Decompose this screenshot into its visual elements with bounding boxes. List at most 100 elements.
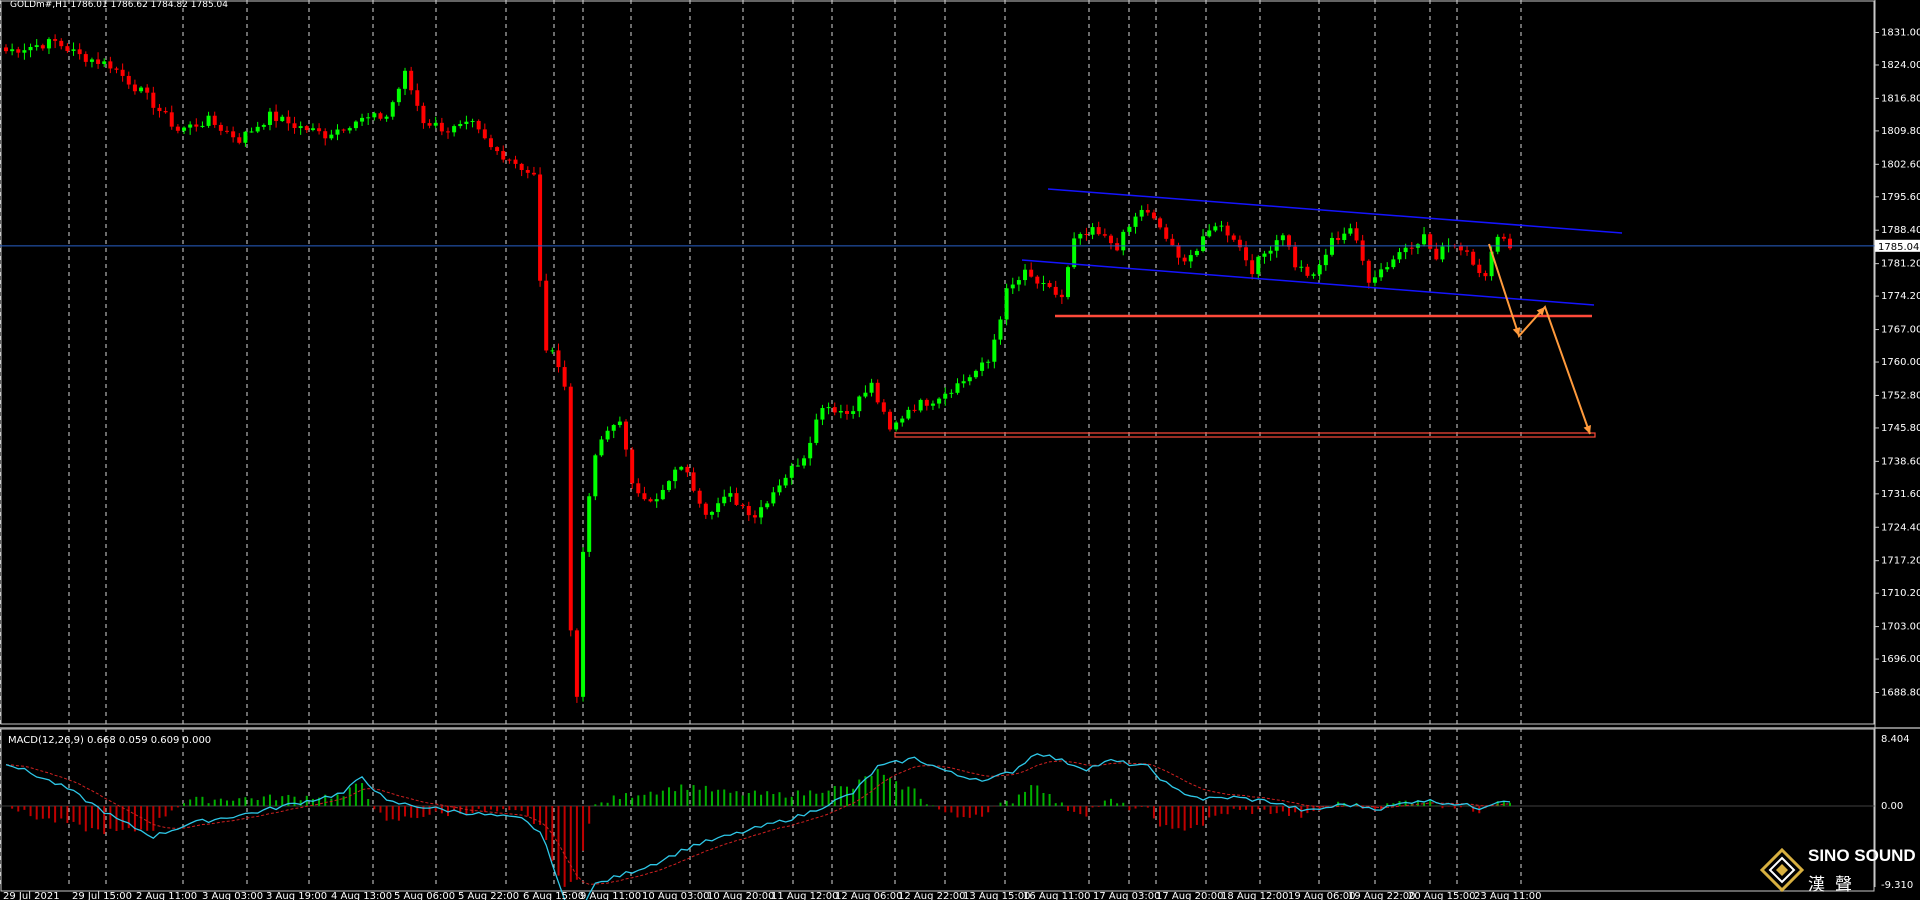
candle-body[interactable]: [881, 402, 886, 412]
candle-body[interactable]: [624, 421, 629, 450]
candle-body[interactable]: [1323, 254, 1328, 266]
candle-body[interactable]: [986, 361, 991, 363]
candle-body[interactable]: [1483, 273, 1488, 277]
candle-body[interactable]: [1495, 236, 1500, 252]
candle-body[interactable]: [1434, 248, 1439, 260]
candle-body[interactable]: [409, 70, 414, 91]
candle-body[interactable]: [1354, 228, 1359, 241]
candle-body[interactable]: [1213, 226, 1218, 231]
candle-body[interactable]: [605, 430, 610, 440]
candle-body[interactable]: [1176, 245, 1181, 258]
candle-body[interactable]: [648, 499, 653, 502]
candle-body[interactable]: [1342, 233, 1347, 240]
candle-body[interactable]: [887, 411, 892, 430]
candle-body[interactable]: [1348, 228, 1353, 234]
candle-body[interactable]: [525, 170, 530, 173]
candle-body[interactable]: [808, 442, 813, 459]
candle-body[interactable]: [1256, 256, 1261, 275]
candle-body[interactable]: [538, 174, 543, 281]
candle-body[interactable]: [329, 134, 334, 139]
candle-body[interactable]: [83, 54, 88, 62]
candle-body[interactable]: [403, 70, 408, 89]
candle-body[interactable]: [470, 120, 475, 122]
candle-body[interactable]: [845, 410, 850, 414]
candle-body[interactable]: [495, 147, 500, 152]
candle-body[interactable]: [1287, 235, 1292, 247]
candle-body[interactable]: [249, 131, 254, 133]
candle-body[interactable]: [218, 124, 223, 131]
candle-body[interactable]: [943, 393, 948, 399]
candle-body[interactable]: [1078, 234, 1083, 239]
candle-body[interactable]: [1244, 247, 1249, 261]
candle-body[interactable]: [1151, 212, 1156, 219]
candle-body[interactable]: [439, 122, 444, 132]
candle-body[interactable]: [716, 503, 721, 512]
candle-body[interactable]: [771, 492, 776, 504]
candle-body[interactable]: [617, 421, 622, 426]
candle-body[interactable]: [1139, 209, 1144, 217]
candle-body[interactable]: [1385, 267, 1390, 270]
candle-body[interactable]: [802, 458, 807, 466]
candle-body[interactable]: [1121, 231, 1126, 251]
candle-body[interactable]: [360, 117, 365, 122]
candle-body[interactable]: [452, 126, 457, 133]
candle-body[interactable]: [1201, 236, 1206, 251]
candle-body[interactable]: [163, 111, 168, 113]
candle-body[interactable]: [22, 50, 27, 53]
candle-body[interactable]: [372, 113, 377, 118]
candle-body[interactable]: [900, 418, 905, 423]
candle-body[interactable]: [267, 111, 272, 125]
candle-body[interactable]: [1299, 266, 1304, 268]
candle-body[interactable]: [34, 45, 39, 47]
candle-body[interactable]: [1170, 238, 1175, 246]
candle-body[interactable]: [108, 61, 113, 69]
candle-body[interactable]: [709, 511, 714, 515]
candle-body[interactable]: [820, 408, 825, 420]
candle-body[interactable]: [740, 504, 745, 506]
candle-body[interactable]: [556, 350, 561, 368]
candle-body[interactable]: [949, 392, 954, 394]
candle-body[interactable]: [1029, 269, 1034, 277]
candle-body[interactable]: [1372, 277, 1377, 283]
candle-body[interactable]: [89, 59, 94, 62]
candle-body[interactable]: [1053, 286, 1058, 295]
candle-body[interactable]: [703, 503, 708, 515]
candle-body[interactable]: [255, 126, 260, 132]
candle-body[interactable]: [1397, 252, 1402, 260]
candle-body[interactable]: [175, 126, 180, 131]
candle-body[interactable]: [875, 382, 880, 403]
candle-body[interactable]: [752, 515, 757, 518]
candle-body[interactable]: [838, 410, 843, 413]
candle-body[interactable]: [114, 68, 119, 70]
candle-body[interactable]: [1066, 267, 1071, 298]
candle-body[interactable]: [1145, 209, 1150, 213]
candle-body[interactable]: [759, 507, 764, 518]
candle-body[interactable]: [581, 551, 586, 697]
candle-body[interactable]: [1188, 255, 1193, 262]
candle-body[interactable]: [1250, 260, 1255, 275]
candle-body[interactable]: [593, 455, 598, 497]
candle-body[interactable]: [777, 485, 782, 493]
candle-body[interactable]: [666, 481, 671, 490]
candle-body[interactable]: [304, 126, 309, 131]
candle-body[interactable]: [1127, 226, 1132, 232]
candle-body[interactable]: [169, 112, 174, 127]
candle-body[interactable]: [1047, 283, 1052, 287]
candle-body[interactable]: [194, 124, 199, 127]
candle-body[interactable]: [96, 59, 101, 64]
candle-body[interactable]: [937, 398, 942, 404]
candle-body[interactable]: [531, 172, 536, 175]
candle-body[interactable]: [53, 39, 58, 41]
candle-body[interactable]: [286, 116, 291, 124]
candle-body[interactable]: [1471, 251, 1476, 265]
candle-body[interactable]: [1336, 237, 1341, 240]
candle-body[interactable]: [157, 107, 162, 112]
candle-body[interactable]: [102, 61, 107, 64]
candle-body[interactable]: [126, 75, 131, 85]
candle-body[interactable]: [132, 84, 137, 92]
candle-body[interactable]: [679, 466, 684, 470]
candle-body[interactable]: [544, 280, 549, 351]
candle-body[interactable]: [1268, 250, 1273, 254]
candle-body[interactable]: [1023, 269, 1028, 281]
candle-body[interactable]: [298, 126, 303, 129]
